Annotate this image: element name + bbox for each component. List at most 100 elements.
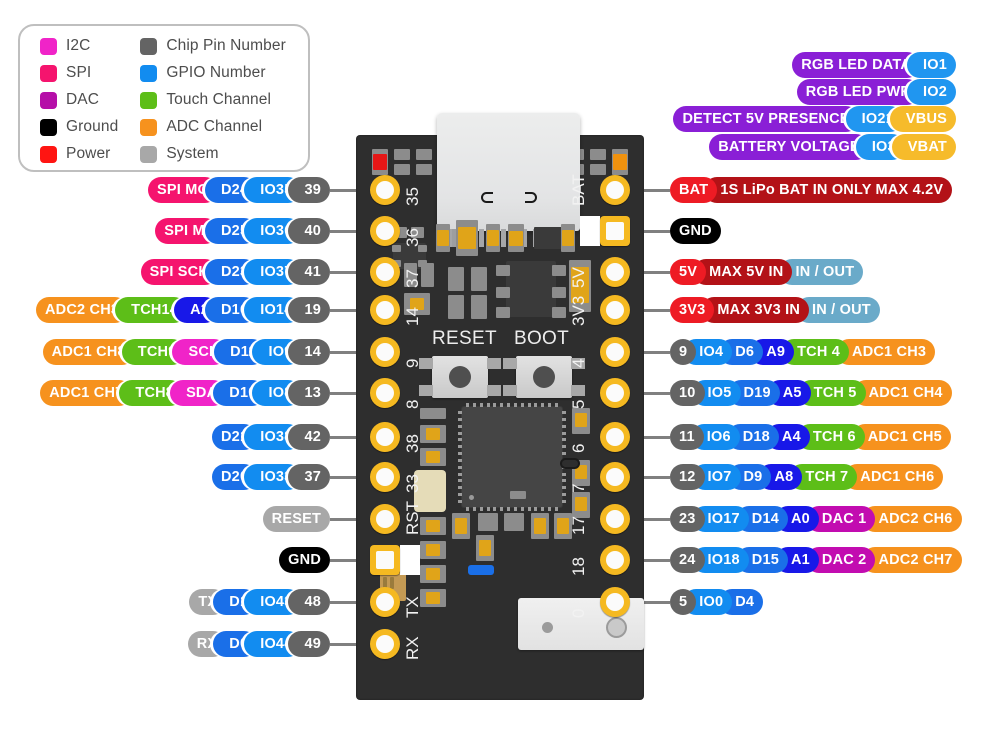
board-pad-left-rx[interactable]	[370, 629, 400, 659]
pin-row-right: 23 IO17 D14 A0 DAC 1 ADC2 CH6	[644, 506, 962, 532]
leader-line	[330, 435, 356, 439]
pin-pill-gnd: GND	[279, 547, 330, 573]
board-pad-label: TX	[403, 596, 422, 618]
board-pad-right-4[interactable]	[600, 337, 630, 367]
board-pad-left-rst[interactable]	[370, 504, 400, 534]
leader-line	[644, 558, 670, 562]
pin-pill-24: 24	[670, 547, 705, 573]
board-pad-label: 18	[569, 557, 588, 576]
pin-pill-49: 49	[288, 631, 330, 657]
legend-item-gpio-number: GPIO Number	[140, 62, 286, 84]
board-pad-right-3v3[interactable]	[600, 295, 630, 325]
board-pad-label: 36	[403, 228, 422, 247]
pin-pill-37: 37	[288, 464, 330, 490]
pill-chain: DETECT 5V PRESENCE IO21 VBUS	[673, 106, 956, 132]
pill-chain: D21 IO38 42	[212, 424, 330, 450]
legend-swatch-icon	[140, 145, 158, 163]
pill-chain: ADC1 CH7 TCH8 SDA D10 IO8 13	[40, 380, 330, 406]
legend-label: DAC	[66, 91, 100, 108]
board-pad-label: 33	[403, 474, 422, 493]
board-pad-left-38[interactable]	[370, 422, 400, 452]
legend-swatch-icon	[40, 64, 57, 82]
board-pad-left-8[interactable]	[370, 378, 400, 408]
board-pad-label: 3V3	[569, 295, 588, 326]
board-pad-label: 35	[403, 187, 422, 206]
board-pad-right-18[interactable]	[600, 545, 630, 575]
pill-chain: 10 IO5 D19 A5 TCH 5 ADC1 CH4	[670, 380, 952, 406]
legend-label: I2C	[66, 37, 91, 54]
legend-label: GPIO Number	[166, 64, 266, 81]
pill-chain: ADC2 CH3 TCH14 A2 D16 IO14 19	[36, 297, 330, 323]
legend-swatch-icon	[40, 145, 57, 163]
board-pad-right-6[interactable]	[600, 422, 630, 452]
pin-pill-3v3: 3V3	[670, 297, 715, 323]
legend-item-i2c: I2C	[40, 35, 118, 57]
reset-button[interactable]	[419, 356, 501, 398]
board-pad-right-7[interactable]	[600, 462, 630, 492]
board-pad-label: 9	[403, 358, 422, 368]
pill-chain: SPI MI D25 IO36 40	[155, 218, 330, 244]
pin-row-right: 5V MAX 5V IN IN / OUT	[644, 259, 864, 285]
board-pad-left-33[interactable]	[370, 462, 400, 492]
pin-pill-5v: 5V	[670, 259, 707, 285]
legend-item-power: Power	[40, 143, 118, 165]
pin-pill-14: 14	[288, 339, 330, 365]
board-pad-right-0[interactable]	[600, 587, 630, 617]
legend-label: SPI	[66, 64, 92, 81]
board-pad-left-tx[interactable]	[370, 587, 400, 617]
pin-row-left: D20 IO33 37	[212, 464, 356, 490]
pin-row-left: RX D0 IO44 49	[187, 631, 356, 657]
board-pad-label: 6	[569, 443, 588, 453]
pin-pill-41: 41	[288, 259, 330, 285]
pin-pill-adc1-ch6: ADC1 CH6	[844, 464, 944, 490]
pill-chain: 5 IO0 D4	[670, 589, 764, 615]
pin-pill-vbus: VBUS	[889, 106, 956, 132]
pin-row-right: 24 IO18 D15 A1 DAC 2 ADC2 CH7	[644, 547, 962, 573]
board-pad-label: 14	[403, 307, 422, 326]
pill-chain: BATTERY VOLTAGE IO3 VBAT	[709, 134, 956, 160]
pin-row-left: ADC1 CH8 TCH9 SCL D11 IO9 14	[42, 339, 356, 365]
legend-column-right: Chip Pin Number GPIO Number Touch Channel A…	[140, 35, 286, 165]
board-pad-left-9[interactable]	[370, 337, 400, 367]
board-pad-label: 38	[403, 434, 422, 453]
board-pad-label: 8	[403, 399, 422, 409]
legend-swatch-icon	[140, 64, 158, 82]
board-pad-left-37[interactable]	[370, 257, 400, 287]
board-pad-right-gnd[interactable]	[600, 216, 630, 246]
pin-pill-10: 10	[670, 380, 705, 406]
leader-line	[330, 229, 356, 233]
pill-chain: RESET	[262, 506, 330, 532]
board-pad-left-14[interactable]	[370, 295, 400, 325]
board-pad-label: 4	[569, 358, 588, 368]
pin-pill-rgb-led-data: RGB LED DATA	[792, 52, 921, 78]
board-pad-right-bat[interactable]	[600, 175, 630, 205]
reset-button-label: RESET	[432, 328, 497, 349]
pin-pill-max-5v-in: MAX 5V IN	[693, 259, 793, 285]
pin-pill-in-out: IN / OUT	[779, 259, 864, 285]
board-pad-label: RX	[403, 636, 422, 660]
legend-label: Ground	[66, 118, 119, 135]
pill-chain: 3V3 MAX 3V3 IN IN / OUT	[670, 297, 880, 323]
board-pad-label: 7	[569, 483, 588, 493]
pin-pill-reset: RESET	[262, 506, 330, 532]
boot-button-label: BOOT	[514, 328, 570, 349]
boot-button[interactable]	[503, 356, 585, 398]
pin-pill-io1: IO1	[907, 52, 956, 78]
board-pad-right-5[interactable]	[600, 378, 630, 408]
board-pad-right-17[interactable]	[600, 504, 630, 534]
pin-pill-1s-lipo-bat-in-only-max-4-2v: 1S LiPo BAT IN ONLY MAX 4.2V	[704, 177, 953, 203]
legend-swatch-icon	[40, 37, 57, 55]
pin-row-right: 11 IO6 D18 A4 TCH 6 ADC1 CH5	[644, 424, 951, 450]
legend-label: System	[166, 145, 219, 162]
board-pad-right-5v[interactable]	[600, 257, 630, 287]
legend-item-ground: Ground	[40, 116, 118, 138]
pin-pill-adc1-ch5: ADC1 CH5	[851, 424, 951, 450]
board-pad-left-36[interactable]	[370, 216, 400, 246]
pin-pill-battery-voltage: BATTERY VOLTAGE	[709, 134, 869, 160]
pill-chain: 12 IO7 D9 A8 TCH 7 ADC1 CH6	[670, 464, 944, 490]
board-pad-left-gnd[interactable]	[370, 545, 400, 575]
pin-pill-23: 23	[670, 506, 705, 532]
board-pad-left-35[interactable]	[370, 175, 400, 205]
pill-chain: SPI SCK D23 IO37 41	[140, 259, 330, 285]
pin-row-right: 5 IO0 D4	[644, 589, 764, 615]
